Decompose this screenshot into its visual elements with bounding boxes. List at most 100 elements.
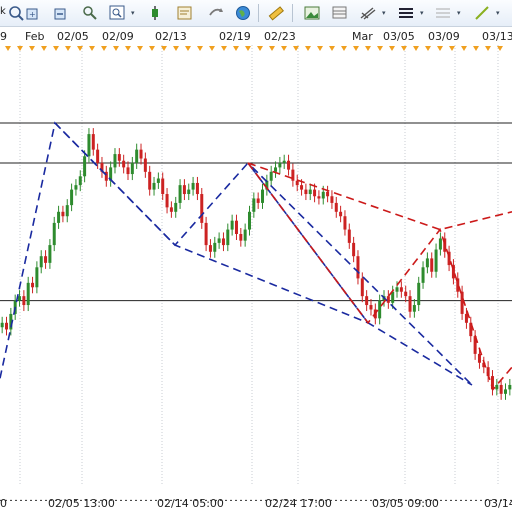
top-axis-label: 9 bbox=[0, 30, 7, 43]
candle-body bbox=[247, 211, 251, 230]
trend-tools-icon[interactable] bbox=[358, 3, 378, 23]
top-axis-label: Feb bbox=[25, 30, 45, 43]
candle-body bbox=[243, 229, 247, 241]
candlestick-series bbox=[0, 128, 512, 400]
event-marker-icon bbox=[401, 46, 407, 51]
event-marker-icon bbox=[425, 46, 431, 51]
image-icon[interactable] bbox=[302, 3, 322, 23]
draw-line-icon[interactable] bbox=[472, 3, 492, 23]
refresh-icon[interactable] bbox=[175, 3, 195, 23]
candle-body bbox=[83, 156, 87, 177]
zoom-out-icon[interactable] bbox=[52, 3, 72, 23]
candle-body bbox=[195, 182, 199, 195]
candle-body bbox=[96, 149, 100, 163]
chart-properties-icon[interactable] bbox=[145, 3, 165, 23]
candle-body bbox=[278, 162, 282, 168]
candle-body bbox=[404, 291, 408, 297]
candle-body bbox=[18, 296, 22, 301]
candle-body bbox=[295, 180, 299, 186]
candle-body bbox=[26, 282, 30, 306]
red-pattern-line bbox=[247, 162, 512, 231]
event-marker-icon bbox=[245, 46, 251, 51]
event-marker-icon bbox=[317, 46, 323, 51]
candle-body bbox=[48, 245, 52, 263]
candle-body bbox=[417, 282, 421, 306]
candle-body bbox=[252, 198, 256, 212]
price-chart[interactable]: 0 02/05 13:00 02/14 05:00 02/24 17:00 03… bbox=[0, 45, 512, 512]
candle-body bbox=[261, 189, 265, 203]
grid-icon[interactable] bbox=[433, 3, 453, 23]
candle-body bbox=[256, 198, 260, 203]
candle-body bbox=[300, 185, 304, 190]
zoom-in-icon[interactable]: + bbox=[24, 3, 44, 23]
candle-body bbox=[321, 191, 325, 199]
event-marker-icon bbox=[17, 46, 23, 51]
candle-body bbox=[139, 149, 143, 159]
candle-body bbox=[495, 384, 499, 390]
candle-body bbox=[304, 189, 308, 195]
chevron-down-icon[interactable]: ▾ bbox=[382, 10, 386, 17]
event-marker-icon bbox=[257, 46, 263, 51]
globe-icon[interactable] bbox=[233, 3, 253, 23]
candle-body bbox=[91, 134, 95, 150]
candle-body bbox=[22, 296, 26, 306]
chevron-down-icon[interactable]: ▾ bbox=[131, 10, 135, 17]
candle-body bbox=[169, 207, 173, 212]
event-marker-icon bbox=[41, 46, 47, 51]
candle-body bbox=[499, 384, 503, 394]
chart-zoom-icon[interactable] bbox=[80, 3, 100, 23]
bottom-axis-label: 02/05 13:00 bbox=[48, 497, 115, 510]
candle-body bbox=[408, 296, 412, 312]
candle-body bbox=[208, 245, 212, 252]
ruler-icon[interactable] bbox=[266, 3, 286, 23]
bottom-axis-label: 02/14 05:00 bbox=[157, 497, 224, 510]
event-marker-icon bbox=[269, 46, 275, 51]
candle-body bbox=[438, 238, 442, 250]
blue-pattern-line bbox=[54, 122, 473, 386]
top-axis-label: 03/09 bbox=[428, 30, 460, 43]
crosshair-zoom-icon[interactable] bbox=[6, 3, 26, 23]
event-marker-icon bbox=[485, 46, 491, 51]
candle-body bbox=[326, 191, 330, 197]
candle-body bbox=[365, 296, 369, 306]
candle-body bbox=[39, 256, 43, 268]
candle-body bbox=[503, 389, 507, 394]
event-marker-icon bbox=[377, 46, 383, 51]
candle-body bbox=[334, 202, 338, 212]
candle-body bbox=[161, 178, 165, 195]
candle-body bbox=[143, 158, 147, 172]
red-pattern-line bbox=[247, 162, 512, 391]
event-marker-icon bbox=[137, 46, 143, 51]
event-marker-icon bbox=[89, 46, 95, 51]
event-marker-icon bbox=[173, 46, 179, 51]
lines-menu-icon[interactable] bbox=[396, 3, 416, 23]
candle-body bbox=[274, 167, 278, 172]
event-marker-icon bbox=[113, 46, 119, 51]
layers-icon[interactable] bbox=[330, 3, 350, 23]
data-cursor-icon[interactable] bbox=[108, 3, 128, 23]
toolbar-divider bbox=[258, 4, 259, 22]
candle-body bbox=[122, 160, 126, 168]
event-marker-icon bbox=[389, 46, 395, 51]
candle-body bbox=[230, 220, 234, 230]
event-marker-icon bbox=[329, 46, 335, 51]
event-marker-icon bbox=[305, 46, 311, 51]
chevron-down-icon[interactable]: ▾ bbox=[420, 10, 424, 17]
top-axis-label: 03/05 bbox=[383, 30, 415, 43]
candle-body bbox=[464, 313, 468, 323]
candle-body bbox=[156, 178, 160, 183]
event-marker-icon bbox=[185, 46, 191, 51]
globe-icon[interactable] bbox=[206, 3, 226, 23]
event-marker-icon bbox=[101, 46, 107, 51]
candle-body bbox=[508, 384, 512, 390]
chevron-down-icon[interactable]: ▾ bbox=[496, 10, 500, 17]
event-marker-icon bbox=[281, 46, 287, 51]
candle-body bbox=[213, 242, 217, 252]
candle-body bbox=[200, 194, 204, 223]
candle-body bbox=[113, 154, 117, 168]
event-marker-icon bbox=[353, 46, 359, 51]
candle-body bbox=[44, 256, 48, 263]
candle-body bbox=[87, 134, 91, 157]
candle-body bbox=[78, 176, 82, 186]
chevron-down-icon[interactable]: ▾ bbox=[457, 10, 461, 17]
